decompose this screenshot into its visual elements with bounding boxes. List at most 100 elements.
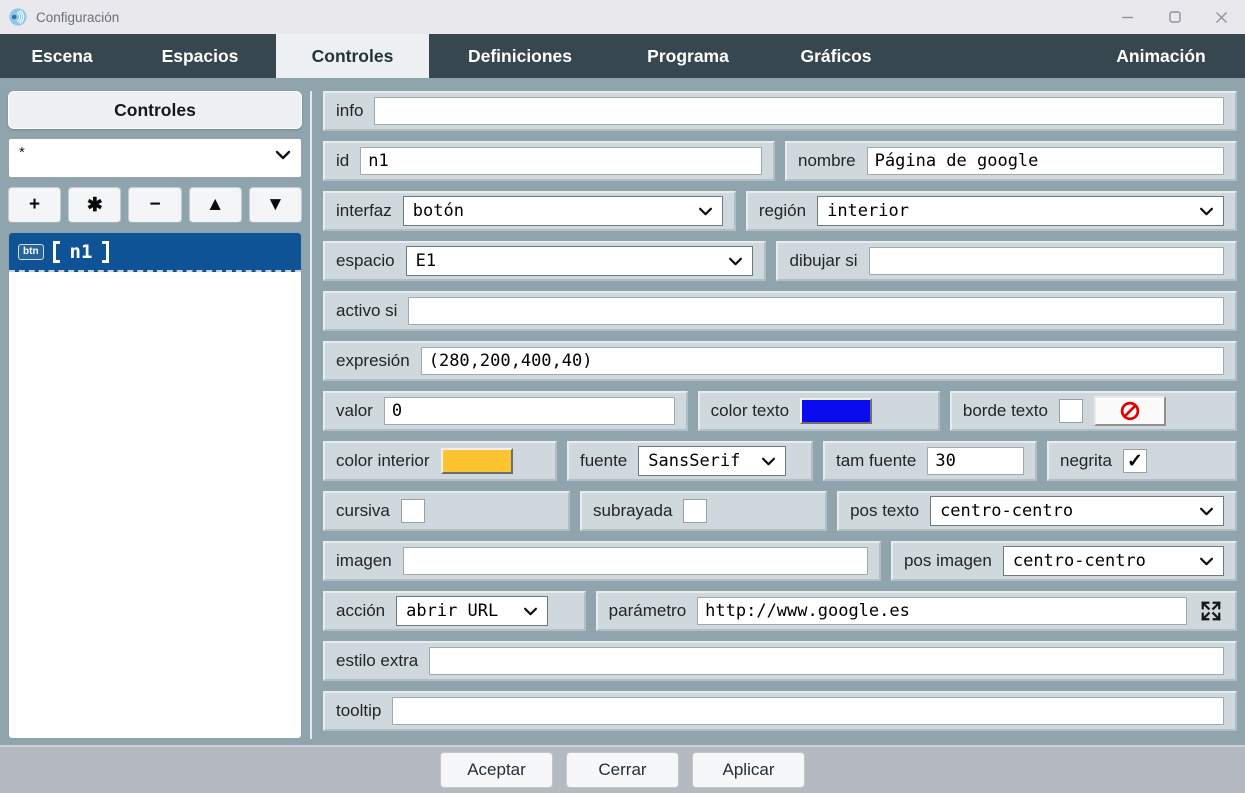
chevron-down-icon (275, 150, 291, 160)
info-input[interactable] (374, 97, 1224, 125)
tab-controles[interactable]: Controles (276, 34, 429, 78)
negrita-checkbox[interactable]: ✓ (1122, 449, 1147, 473)
fuente-select[interactable]: SansSerif (638, 446, 787, 476)
close-icon (1216, 11, 1227, 23)
espacio-select-value: E1 (415, 251, 437, 271)
btn-type-badge: btn (18, 243, 44, 260)
tab-espacios[interactable]: Espacios (124, 34, 276, 78)
triangle-down-icon: ▼ (266, 194, 285, 215)
subrayada-field-group: subrayada (580, 491, 828, 531)
region-select[interactable]: interior (817, 196, 1224, 226)
pos-imagen-select[interactable]: centro-centro (1002, 546, 1224, 576)
color-interior-label: color interior (336, 451, 430, 470)
bracket-right-icon (102, 240, 110, 263)
espacio-select[interactable]: E1 (405, 246, 754, 276)
move-up-button[interactable]: ▲ (188, 187, 242, 223)
minus-icon: − (149, 194, 161, 215)
borde-texto-field-group: borde texto (949, 391, 1237, 431)
footer-bar: Aceptar Cerrar Aplicar (0, 745, 1245, 793)
window-controls (1104, 0, 1245, 34)
espacio-label: espacio (336, 251, 395, 270)
tab-animacion[interactable]: Animación (1077, 34, 1245, 78)
tab-escena[interactable]: Escena (0, 34, 124, 78)
valor-field-group: valor (323, 391, 688, 431)
tab-programa[interactable]: Programa (611, 34, 765, 78)
activo-si-field-group: activo si (323, 291, 1237, 331)
tam-fuente-input[interactable] (927, 447, 1024, 475)
negrita-field-group: negrita ✓ (1047, 441, 1237, 481)
close-button[interactable] (1198, 0, 1245, 34)
borde-texto-checkbox[interactable] (1058, 399, 1083, 423)
estilo-extra-field-group: estilo extra (323, 641, 1237, 681)
chevron-down-icon (1200, 207, 1213, 215)
move-down-button[interactable]: ▼ (248, 187, 303, 223)
list-item-n1[interactable]: btn n1 (9, 233, 301, 272)
borde-texto-none-button[interactable] (1093, 396, 1166, 426)
nombre-input[interactable] (866, 147, 1224, 175)
tooltip-label: tooltip (336, 701, 382, 720)
pos-texto-select[interactable]: centro-centro (930, 496, 1224, 526)
expresion-field-group: expresión (323, 341, 1237, 381)
imagen-input[interactable] (402, 547, 868, 575)
window-title: Configuración (36, 9, 120, 25)
tab-definiciones[interactable]: Definiciones (429, 34, 611, 78)
aplicar-button[interactable]: Aplicar (692, 752, 805, 788)
cursiva-label: cursiva (336, 501, 390, 520)
imagen-label: imagen (336, 551, 392, 570)
pos-imagen-select-value: centro-centro (1012, 551, 1146, 571)
maximize-button[interactable] (1151, 0, 1198, 34)
expand-icon (1201, 601, 1221, 621)
color-interior-swatch[interactable] (440, 448, 513, 474)
espacio-field-group: espacio E1 (323, 241, 767, 281)
interfaz-select[interactable]: botón (402, 196, 723, 226)
accion-label: acción (336, 601, 386, 620)
color-interior-field-group: color interior (323, 441, 557, 481)
cursiva-checkbox[interactable] (400, 499, 425, 523)
negrita-label: negrita (1060, 451, 1112, 470)
clone-control-button[interactable]: ✱ (68, 187, 122, 223)
accion-field-group: acción abrir URL (323, 591, 586, 631)
pos-texto-label: pos texto (850, 501, 920, 520)
valor-input[interactable] (383, 397, 675, 425)
chevron-down-icon (762, 457, 776, 465)
tam-fuente-field-group: tam fuente (823, 441, 1037, 481)
activo-si-input[interactable] (408, 297, 1224, 325)
accion-select-value: abrir URL (406, 601, 499, 621)
controls-filter-select[interactable]: * (8, 138, 302, 178)
dibujar-si-input[interactable] (868, 247, 1224, 275)
expresion-label: expresión (336, 351, 410, 370)
block-icon (1120, 401, 1140, 421)
add-control-button[interactable]: + (8, 187, 62, 223)
triangle-up-icon: ▲ (205, 194, 225, 215)
remove-control-button[interactable]: − (128, 187, 182, 223)
tooltip-field-group: tooltip (323, 691, 1237, 731)
expresion-input[interactable] (420, 347, 1224, 375)
nombre-label: nombre (798, 151, 856, 170)
tooltip-input[interactable] (392, 697, 1224, 725)
region-label: región (758, 201, 807, 220)
tab-graficos[interactable]: Gráficos (765, 34, 907, 78)
fuente-label: fuente (580, 451, 628, 470)
minimize-icon (1122, 16, 1133, 18)
chevron-down-icon (698, 207, 712, 215)
bracket-left-icon (52, 240, 60, 263)
borde-texto-label: borde texto (962, 401, 1048, 420)
id-input[interactable] (360, 147, 762, 175)
parametro-input[interactable] (697, 597, 1187, 625)
check-icon: ✓ (1127, 450, 1143, 472)
accion-select[interactable]: abrir URL (396, 596, 549, 626)
cerrar-button[interactable]: Cerrar (566, 752, 679, 788)
chevron-down-icon (524, 607, 538, 615)
expand-parametro-button[interactable] (1198, 598, 1224, 624)
aceptar-button[interactable]: Aceptar (440, 752, 553, 788)
main-area: Controles * + ✱ − ▲ ▼ btn n1 info id n1 … (0, 78, 1245, 745)
imagen-field-group: imagen (323, 541, 881, 581)
titlebar: Configuración (0, 0, 1245, 34)
chevron-down-icon (1200, 557, 1213, 565)
controls-toolbar: + ✱ − ▲ ▼ (8, 187, 303, 223)
subrayada-checkbox[interactable] (683, 499, 708, 523)
pos-imagen-label: pos imagen (903, 551, 992, 570)
color-texto-swatch[interactable] (800, 398, 873, 424)
minimize-button[interactable] (1104, 0, 1151, 34)
estilo-extra-input[interactable] (429, 647, 1224, 675)
